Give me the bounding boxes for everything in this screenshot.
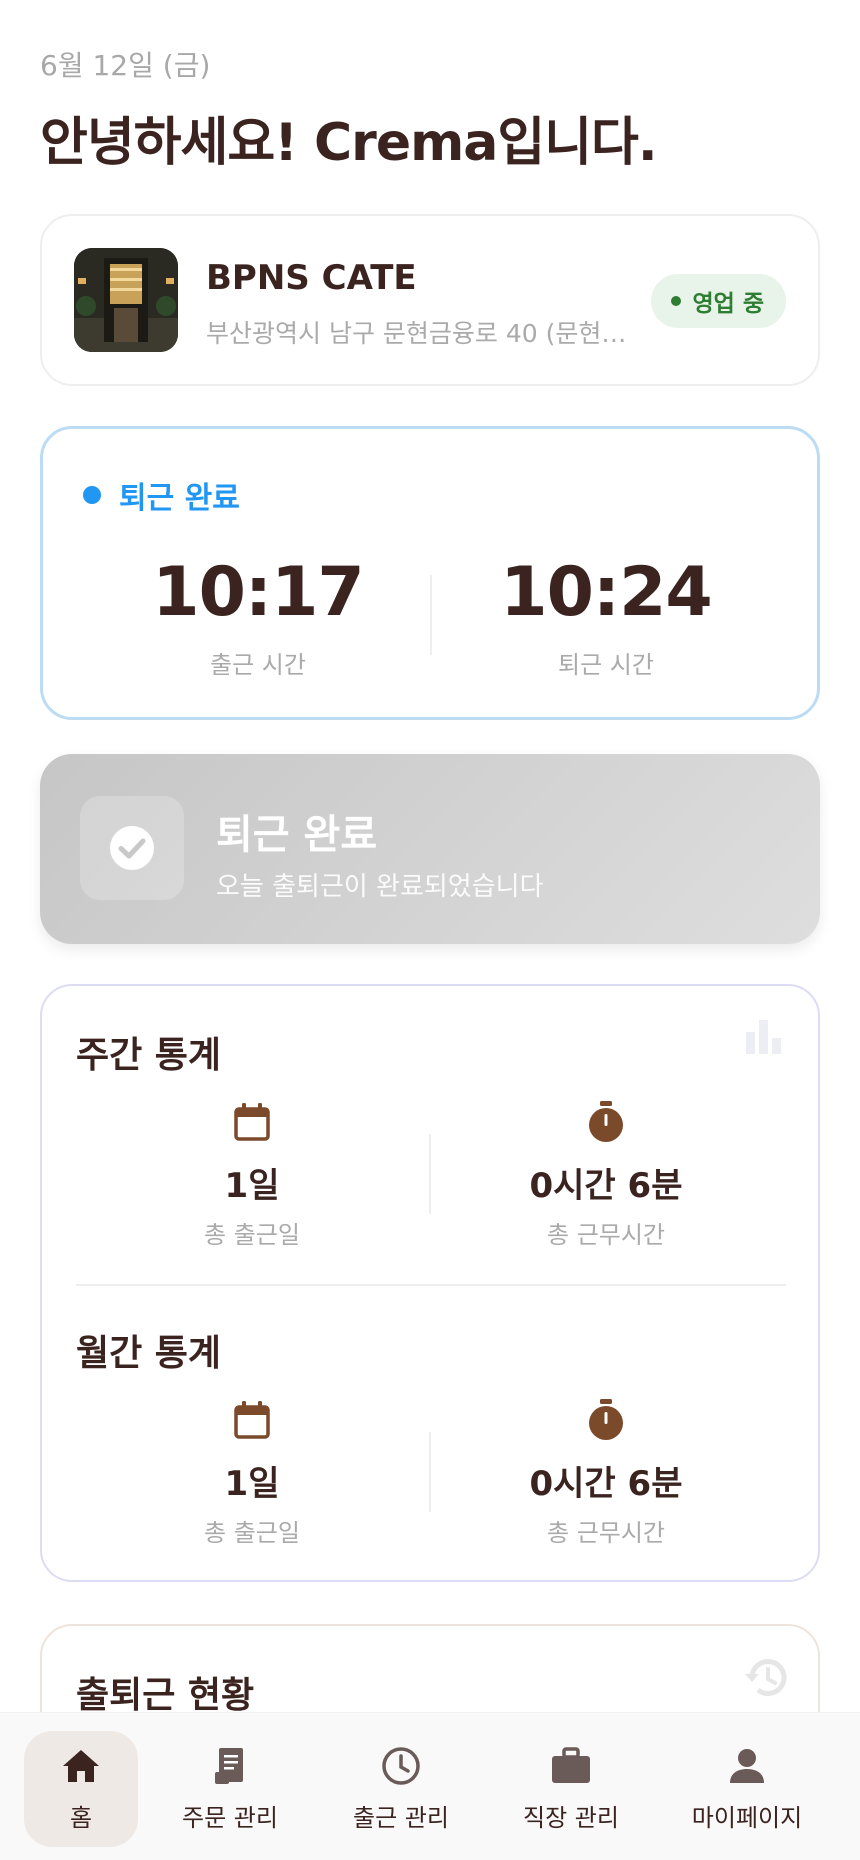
- status-dot-icon: [670, 296, 681, 306]
- clock-in-column: 10:17 출근 시간: [108, 559, 408, 680]
- nav-label-mypage: 마이페이지: [691, 1803, 803, 1832]
- stats-card: 주간 통계 1일 총 출근일 0시간 6분 총 근무시간 월간 통계 1일 총 …: [40, 984, 820, 1582]
- attendance-time-card: 퇴근 완료 10:17 출근 시간 10:24 퇴근 시간: [40, 426, 820, 720]
- status-dot-icon: [83, 486, 101, 504]
- briefcase-icon: [550, 1746, 592, 1786]
- nav-label-orders: 주문 관리: [182, 1803, 278, 1832]
- time-divider: [430, 575, 432, 655]
- stats-separator: [76, 1284, 786, 1286]
- weekly-hours-value: 0시간 6분: [529, 1166, 683, 1206]
- clock-in-label: 출근 시간: [210, 651, 306, 679]
- stopwatch-icon: [436, 1100, 776, 1144]
- clock-icon: [381, 1746, 421, 1786]
- store-name: BPNS CATE: [206, 258, 417, 298]
- home-icon: [61, 1746, 101, 1786]
- weekly-days-stat: 1일 총 출근일: [82, 1100, 422, 1250]
- monthly-hours-stat: 0시간 6분 총 근무시간: [436, 1398, 776, 1548]
- date-label: 6월 12일 (금): [40, 49, 211, 82]
- attendance-status-label: 퇴근 완료: [119, 481, 240, 516]
- nav-item-attendance[interactable]: 출근 관리: [344, 1731, 458, 1847]
- stat-divider: [429, 1432, 431, 1512]
- done-title: 퇴근 완료: [216, 812, 378, 858]
- weekly-stats-title: 주간 통계: [76, 1035, 222, 1076]
- monthly-hours-value: 0시간 6분: [529, 1464, 683, 1504]
- store-card[interactable]: BPNS CATE 부산광역시 남구 문현금융로 40 (문현… 영업 중: [40, 214, 820, 386]
- weekly-days-value: 1일: [224, 1166, 280, 1206]
- monthly-hours-label: 총 근무시간: [546, 1519, 666, 1547]
- monthly-stats-title: 월간 통계: [76, 1333, 222, 1374]
- nav-item-workplace[interactable]: 직장 관리: [514, 1731, 628, 1847]
- clock-out-complete-button[interactable]: 퇴근 완료 오늘 출퇴근이 완료되었습니다: [40, 754, 820, 944]
- weekly-days-label: 총 출근일: [204, 1221, 300, 1249]
- weekly-hours-label: 총 근무시간: [546, 1221, 666, 1249]
- weekly-hours-stat: 0시간 6분 총 근무시간: [436, 1100, 776, 1250]
- history-title: 출퇴근 현황: [76, 1675, 255, 1716]
- clock-out-label: 퇴근 시간: [558, 651, 654, 679]
- attendance-status: 퇴근 완료: [83, 473, 240, 517]
- nav-item-orders[interactable]: 주문 관리: [173, 1731, 287, 1847]
- check-icon-box: [80, 796, 184, 900]
- store-thumbnail: [74, 248, 178, 352]
- nav-label-attendance: 출근 관리: [353, 1803, 449, 1832]
- clock-in-time: 10:17: [152, 553, 364, 632]
- monthly-days-label: 총 출근일: [204, 1519, 300, 1547]
- nav-item-mypage[interactable]: 마이페이지: [690, 1731, 804, 1847]
- bottom-navigation: 홈 주문 관리 출근 관리 직장 관리 마이페이지: [0, 1712, 860, 1860]
- stat-divider: [429, 1134, 431, 1214]
- store-status-label: 영업 중: [692, 291, 765, 317]
- store-address: 부산광역시 남구 문현금융로 40 (문현…: [206, 319, 627, 348]
- store-status-badge: 영업 중: [650, 274, 786, 328]
- history-icon: [742, 1656, 790, 1704]
- calendar-icon: [82, 1398, 422, 1442]
- bar-chart-icon: [744, 1018, 784, 1058]
- person-icon: [728, 1746, 766, 1786]
- monthly-days-stat: 1일 총 출근일: [82, 1398, 422, 1548]
- check-circle-icon: [110, 826, 154, 870]
- nav-label-home: 홈: [69, 1803, 93, 1832]
- receipt-icon: [213, 1746, 247, 1786]
- clock-out-time: 10:24: [500, 553, 712, 632]
- calendar-icon: [82, 1100, 422, 1144]
- done-subtitle: 오늘 출퇴근이 완료되었습니다: [216, 872, 544, 902]
- stopwatch-icon: [436, 1398, 776, 1442]
- monthly-days-value: 1일: [224, 1464, 280, 1504]
- nav-label-workplace: 직장 관리: [523, 1803, 619, 1832]
- greeting-title: 안녕하세요! Crema입니다.: [40, 113, 658, 173]
- nav-item-home[interactable]: 홈: [24, 1731, 138, 1847]
- clock-out-column: 10:24 퇴근 시간: [456, 559, 756, 680]
